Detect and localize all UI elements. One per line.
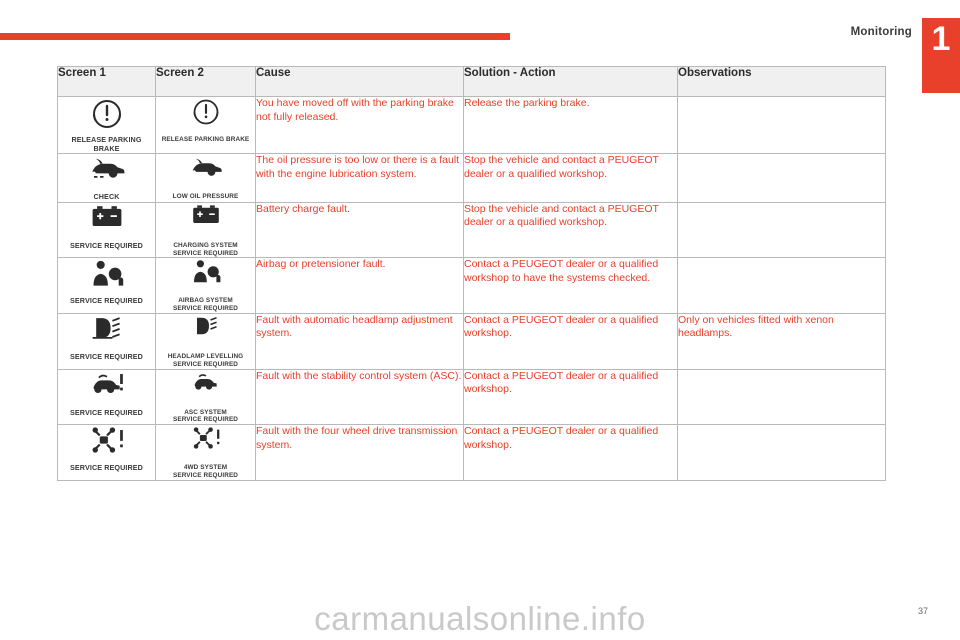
cause-cell: Fault with the stability control system … <box>255 368 464 426</box>
screen2-cell: RELEASE PARKING BRAKE <box>155 95 256 155</box>
screen2-label: AIRBAG SYSTEM SERVICE REQUIRED <box>172 297 239 313</box>
cause-cell: Battery charge fault. <box>255 201 464 259</box>
screen2-cell: LOW OIL PRESSURE <box>155 153 256 203</box>
chapter-title: Monitoring <box>850 26 912 38</box>
solution-cell: Contact a PEUGEOT dealer or a qualified … <box>463 424 678 481</box>
screen2-label: CHARGING SYSTEM SERVICE REQUIRED <box>172 241 239 257</box>
cause-cell: You have moved off with the parking brak… <box>255 95 464 155</box>
observations-cell: Only on vehicles fitted with xenon headl… <box>677 312 886 370</box>
solution-cell: Stop the vehicle and contact a PEUGEOT d… <box>463 201 678 259</box>
parking-brake-warning-icon <box>156 97 255 131</box>
airbag-icon <box>156 258 255 292</box>
screen1-label: SERVICE REQUIRED <box>70 351 143 361</box>
screen2-cell: HEADLAMP LEVELLING SERVICE REQUIRED <box>155 312 256 370</box>
screen1-cell: RELEASE PARKING BRAKE <box>57 95 156 155</box>
solution-cell: Release the parking brake. <box>463 95 678 155</box>
table-row: RELEASE PARKING BRAKE RELEASE PARKING BRA… <box>57 95 886 155</box>
observations-cell <box>677 201 886 259</box>
observations-cell <box>677 257 886 314</box>
screen1-cell: SERVICE REQUIRED <box>57 312 156 370</box>
four-wheel-drive-icon <box>156 425 255 459</box>
cause-cell: Fault with the four wheel drive transmis… <box>255 424 464 481</box>
screen1-label: RELEASE PARKING BRAKE <box>71 135 142 153</box>
screen1-cell: SERVICE REQUIRED <box>57 201 156 259</box>
fault-messages-table: Screen 1 Screen 2 Cause Solution - Actio… <box>57 66 886 481</box>
table-row: SERVICE REQUIRED 4WD SYSTEM SERVICE REQU… <box>57 424 886 481</box>
solution-cell: Contact a PEUGEOT dealer or a qualified … <box>463 312 678 370</box>
screen1-label: SERVICE REQUIRED <box>70 296 143 306</box>
table-row: SERVICE REQUIRED ASC SYSTEM SERVICE REQUI… <box>57 368 886 426</box>
solution-cell: Contact a PEUGEOT dealer or a qualified … <box>463 257 678 314</box>
cause-cell: The oil pressure is too low or there is … <box>255 153 464 203</box>
fault-messages-table-wrapper: Screen 1 Screen 2 Cause Solution - Actio… <box>57 66 886 481</box>
screen1-cell: SERVICE REQUIRED <box>57 424 156 481</box>
screen2-label: LOW OIL PRESSURE <box>172 193 239 201</box>
table-row: SERVICE REQUIRED HEADLAMP LEVELLING SERVI… <box>57 312 886 370</box>
screen2-label: RELEASE PARKING BRAKE <box>161 136 250 143</box>
screen2-cell: 4WD SYSTEM SERVICE REQUIRED <box>155 424 256 481</box>
screen1-label: SERVICE REQUIRED <box>70 240 143 250</box>
screen1-cell: SERVICE REQUIRED <box>57 368 156 426</box>
column-header-cause: Cause <box>255 66 464 97</box>
four-wheel-drive-icon <box>58 425 155 459</box>
column-header-screen-1: Screen 1 <box>57 66 156 97</box>
stability-control-icon <box>156 370 255 404</box>
oil-pressure-icon <box>58 154 155 188</box>
cause-cell: Fault with automatic headlamp adjustment… <box>255 312 464 370</box>
battery-charge-icon <box>156 203 255 237</box>
screen1-cell: CHECK <box>57 153 156 203</box>
battery-charge-icon <box>58 203 155 237</box>
screen2-cell: AIRBAG SYSTEM SERVICE REQUIRED <box>155 257 256 314</box>
chapter-number: 1 <box>931 20 951 58</box>
screen1-label: SERVICE REQUIRED <box>70 407 143 417</box>
solution-cell: Contact a PEUGEOT dealer or a qualified … <box>463 368 678 426</box>
header-accent-rule <box>0 33 510 40</box>
column-header-screen-2: Screen 2 <box>155 66 256 97</box>
screen2-label: ASC SYSTEM SERVICE REQUIRED <box>172 408 239 424</box>
headlamp-levelling-icon <box>58 314 155 348</box>
oil-pressure-icon <box>156 154 255 188</box>
cause-cell: Airbag or pretensioner fault. <box>255 257 464 314</box>
observations-cell <box>677 368 886 426</box>
screen2-cell: CHARGING SYSTEM SERVICE REQUIRED <box>155 201 256 259</box>
table-row: SERVICE REQUIRED AIRBAG SYSTEM SERVICE RE… <box>57 257 886 314</box>
headlamp-levelling-icon <box>156 314 255 348</box>
screen2-label: HEADLAMP LEVELLING SERVICE REQUIRED <box>167 352 244 368</box>
airbag-icon <box>58 258 155 292</box>
table-row: SERVICE REQUIRED CHARGING SYSTEM SERVICE … <box>57 201 886 259</box>
parking-brake-warning-icon <box>58 97 155 131</box>
table-header-row: Screen 1 Screen 2 Cause Solution - Actio… <box>57 66 886 97</box>
observations-cell <box>677 153 886 203</box>
screen1-cell: SERVICE REQUIRED <box>57 257 156 314</box>
column-header-solution-action: Solution - Action <box>463 66 678 97</box>
column-header-observations: Observations <box>677 66 886 97</box>
screen1-label: CHECK <box>93 192 120 202</box>
table-row: CHECK LOW OIL PRESSURE The oil pressure … <box>57 153 886 203</box>
watermark: carmanualsonline.info <box>314 600 646 637</box>
solution-cell: Stop the vehicle and contact a PEUGEOT d… <box>463 153 678 203</box>
observations-cell <box>677 424 886 481</box>
screen2-cell: ASC SYSTEM SERVICE REQUIRED <box>155 368 256 426</box>
stability-control-icon <box>58 370 155 404</box>
screen2-label: 4WD SYSTEM SERVICE REQUIRED <box>172 464 239 479</box>
screen1-label: SERVICE REQUIRED <box>70 463 143 473</box>
observations-cell <box>677 95 886 155</box>
